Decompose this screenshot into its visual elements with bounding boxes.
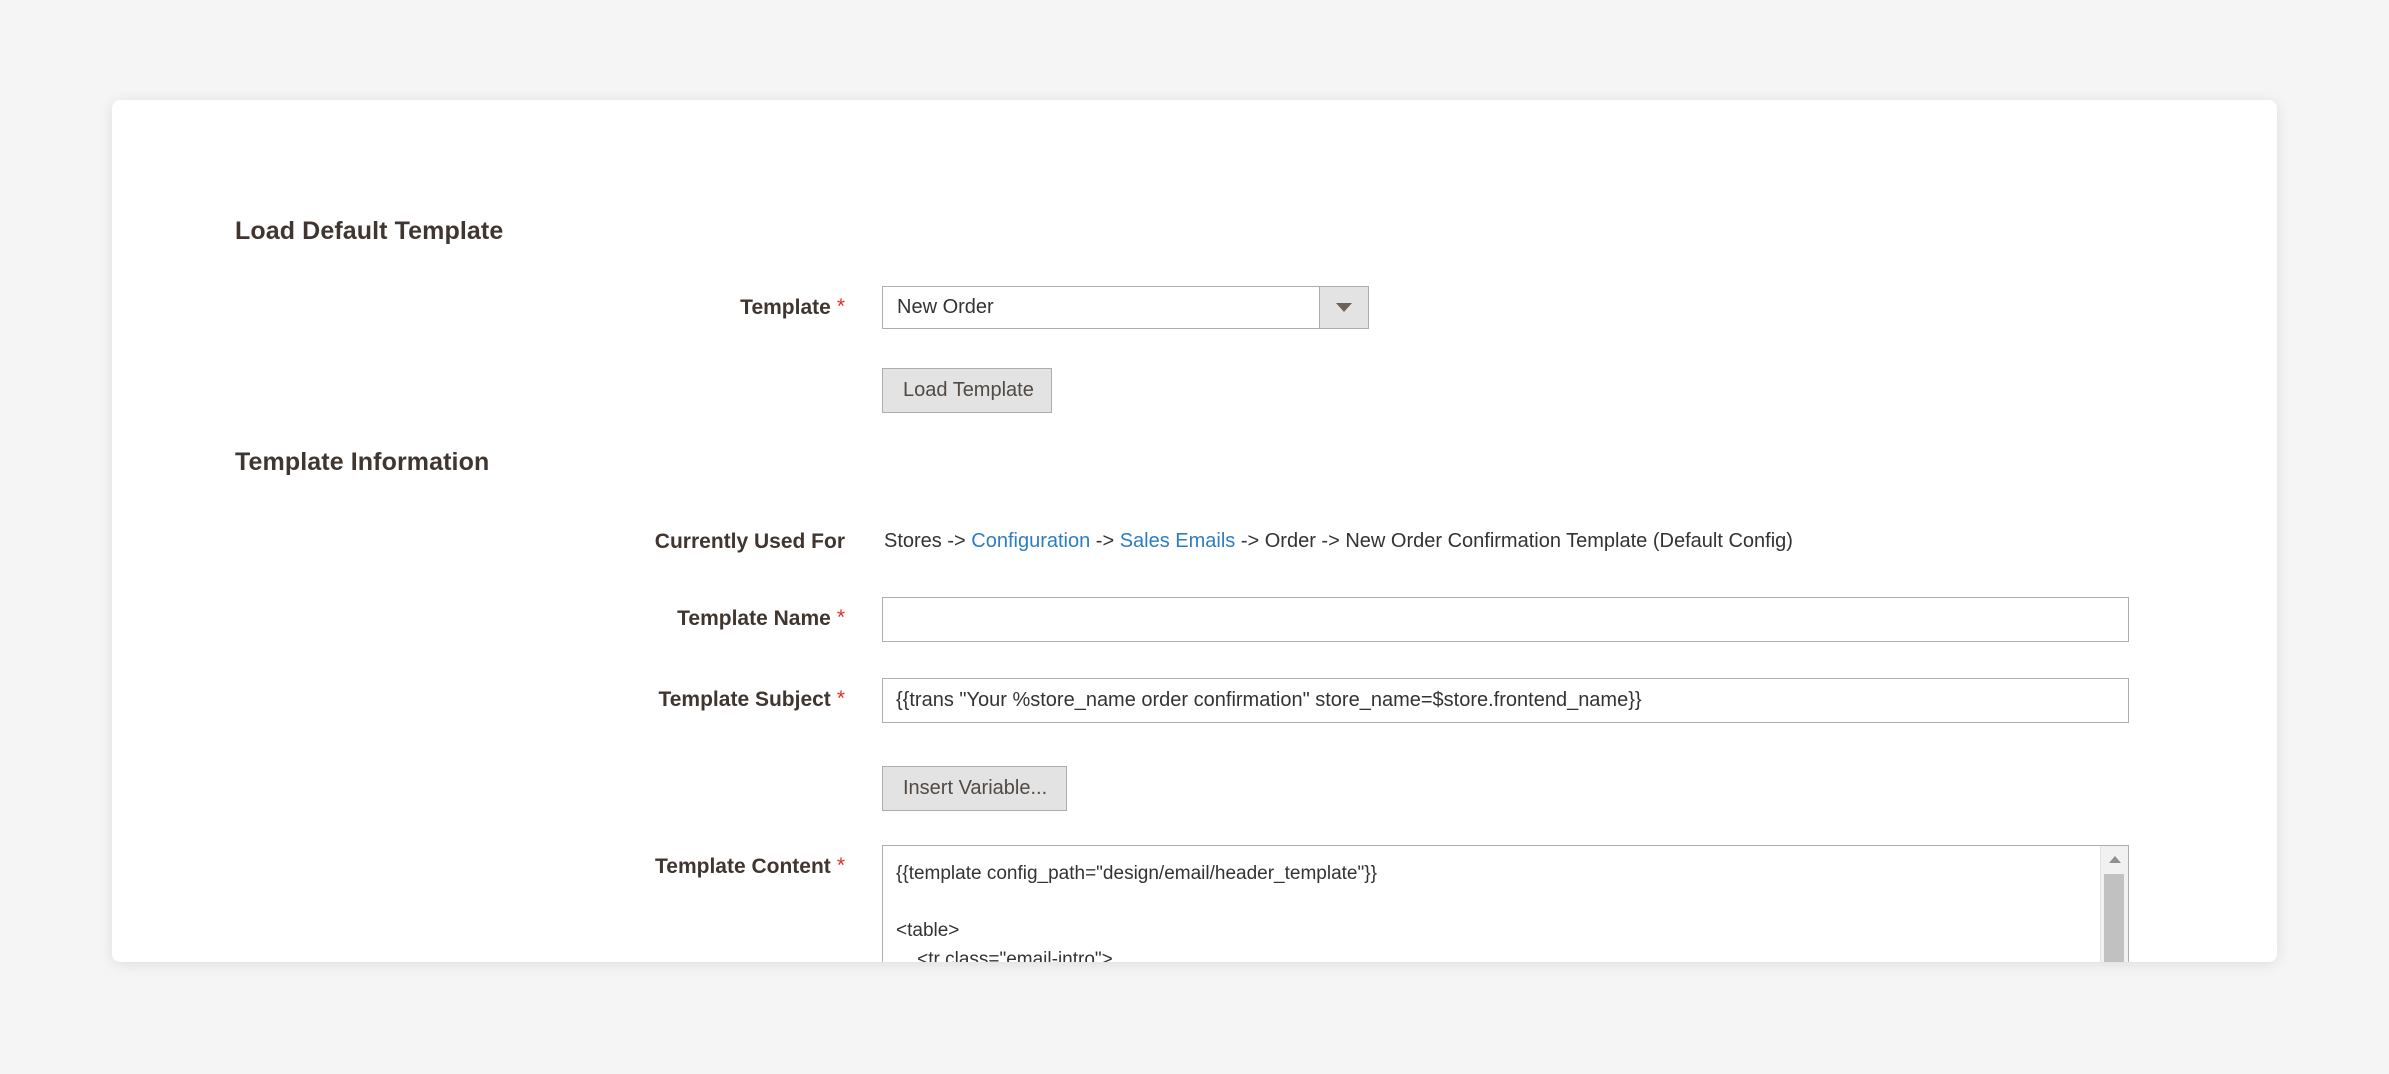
link-sales-emails[interactable]: Sales Emails <box>1120 530 1236 552</box>
load-template-button[interactable]: Load Template <box>882 368 1052 413</box>
section-title-load-default-template: Load Default Template <box>235 217 504 245</box>
currently-used-for-value: Stores -> Configuration -> Sales Emails … <box>884 530 1793 553</box>
link-configuration[interactable]: Configuration <box>971 530 1090 552</box>
label-template-name-text: Template Name <box>677 607 831 630</box>
template-name-input[interactable] <box>882 597 2129 642</box>
label-template-subject-text: Template Subject <box>658 688 831 711</box>
used-for-sep: -> <box>1090 530 1120 552</box>
required-indicator: * <box>836 606 845 629</box>
scroll-up-arrow-icon[interactable] <box>2101 851 2128 867</box>
label-template: Template * <box>692 295 845 320</box>
label-template-name: Template Name * <box>578 606 845 631</box>
label-currently-used-for: Currently Used For <box>562 530 845 554</box>
email-template-panel: Load Default Template Template * New Orde… <box>112 100 2277 962</box>
label-template-content: Template Content * <box>558 854 845 879</box>
required-indicator: * <box>836 854 845 877</box>
page-root: Load Default Template Template * New Orde… <box>0 0 2389 1074</box>
chevron-down-icon[interactable] <box>1319 287 1368 328</box>
insert-variable-button[interactable]: Insert Variable... <box>882 766 1067 811</box>
template-select-value: New Order <box>897 296 994 318</box>
template-content-text[interactable]: {{template config_path="design/email/hea… <box>883 846 2100 962</box>
scrollbar-thumb[interactable] <box>2104 874 2124 962</box>
label-template-content-text: Template Content <box>655 855 831 878</box>
label-currently-used-for-text: Currently Used For <box>654 530 845 553</box>
template-content-textarea[interactable]: {{template config_path="design/email/hea… <box>882 845 2129 962</box>
template-subject-input[interactable] <box>882 678 2129 723</box>
label-template-text: Template <box>740 296 831 319</box>
template-content-scrollbar[interactable] <box>2100 846 2128 962</box>
template-select[interactable]: New Order <box>882 286 1369 329</box>
required-indicator: * <box>836 687 845 710</box>
used-for-prefix: Stores -> <box>884 530 972 552</box>
section-title-template-information: Template Information <box>235 448 490 476</box>
required-indicator: * <box>836 295 845 318</box>
used-for-suffix: -> Order -> New Order Confirmation Templ… <box>1235 530 1793 552</box>
label-template-subject: Template Subject * <box>558 687 845 712</box>
